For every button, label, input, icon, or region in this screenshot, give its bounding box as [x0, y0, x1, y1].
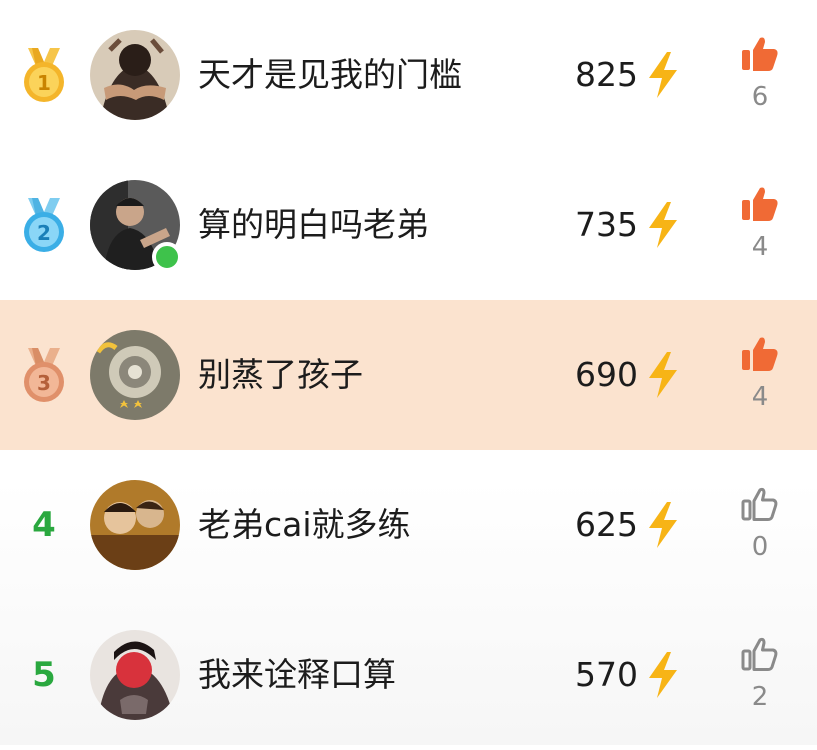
rank-number: 4 — [32, 505, 56, 545]
thumbs-up-icon[interactable] — [740, 34, 780, 74]
like-count: 2 — [751, 682, 769, 712]
svg-text:2: 2 — [37, 221, 51, 245]
leaderboard-row[interactable]: 4 老弟cai就多练 625 0 — [0, 450, 817, 600]
lightning-icon — [649, 652, 677, 698]
online-status-dot — [152, 242, 182, 272]
rank-number: 5 — [32, 655, 56, 695]
avatar[interactable] — [90, 480, 180, 570]
player-score: 690 — [575, 355, 638, 394]
thumbs-up-icon[interactable] — [740, 484, 780, 524]
svg-text:3: 3 — [37, 371, 51, 395]
avatar[interactable] — [90, 30, 180, 120]
lightning-icon — [649, 52, 677, 98]
lightning-icon — [649, 352, 677, 398]
like-count: 4 — [751, 232, 769, 262]
player-score: 625 — [575, 505, 638, 544]
avatar[interactable] — [90, 330, 180, 420]
player-name: 我来诠释口算 — [198, 655, 396, 694]
leaderboard-row-current-user[interactable]: 3 别蒸了孩子 690 4 — [0, 300, 817, 450]
player-score: 735 — [575, 205, 638, 244]
leaderboard-list: 1 天才是见我的门槛 825 6 2 算的明白吗老弟 735 4 3 别蒸了孩子… — [0, 0, 817, 745]
like-count: 6 — [751, 82, 769, 112]
player-name: 别蒸了孩子 — [198, 355, 363, 394]
leaderboard-row[interactable]: 2 算的明白吗老弟 735 4 — [0, 150, 817, 300]
player-name: 老弟cai就多练 — [198, 505, 411, 544]
bronze-medal-icon: 3 — [24, 348, 64, 402]
player-name: 算的明白吗老弟 — [198, 205, 429, 244]
player-name: 天才是见我的门槛 — [198, 55, 462, 94]
like-count: 0 — [751, 532, 769, 562]
svg-text:1: 1 — [37, 71, 51, 95]
gold-medal-icon: 1 — [24, 48, 64, 102]
lightning-icon — [649, 502, 677, 548]
thumbs-up-icon[interactable] — [740, 634, 780, 674]
leaderboard-row[interactable]: 5 我来诠释口算 570 2 — [0, 600, 817, 750]
leaderboard-row[interactable]: 1 天才是见我的门槛 825 6 — [0, 0, 817, 150]
avatar[interactable] — [90, 630, 180, 720]
lightning-icon — [649, 202, 677, 248]
thumbs-up-icon[interactable] — [740, 334, 780, 374]
blue-medal-icon: 2 — [24, 198, 64, 252]
player-score: 570 — [575, 655, 638, 694]
thumbs-up-icon[interactable] — [740, 184, 780, 224]
player-score: 825 — [575, 55, 638, 94]
like-count: 4 — [751, 382, 769, 412]
